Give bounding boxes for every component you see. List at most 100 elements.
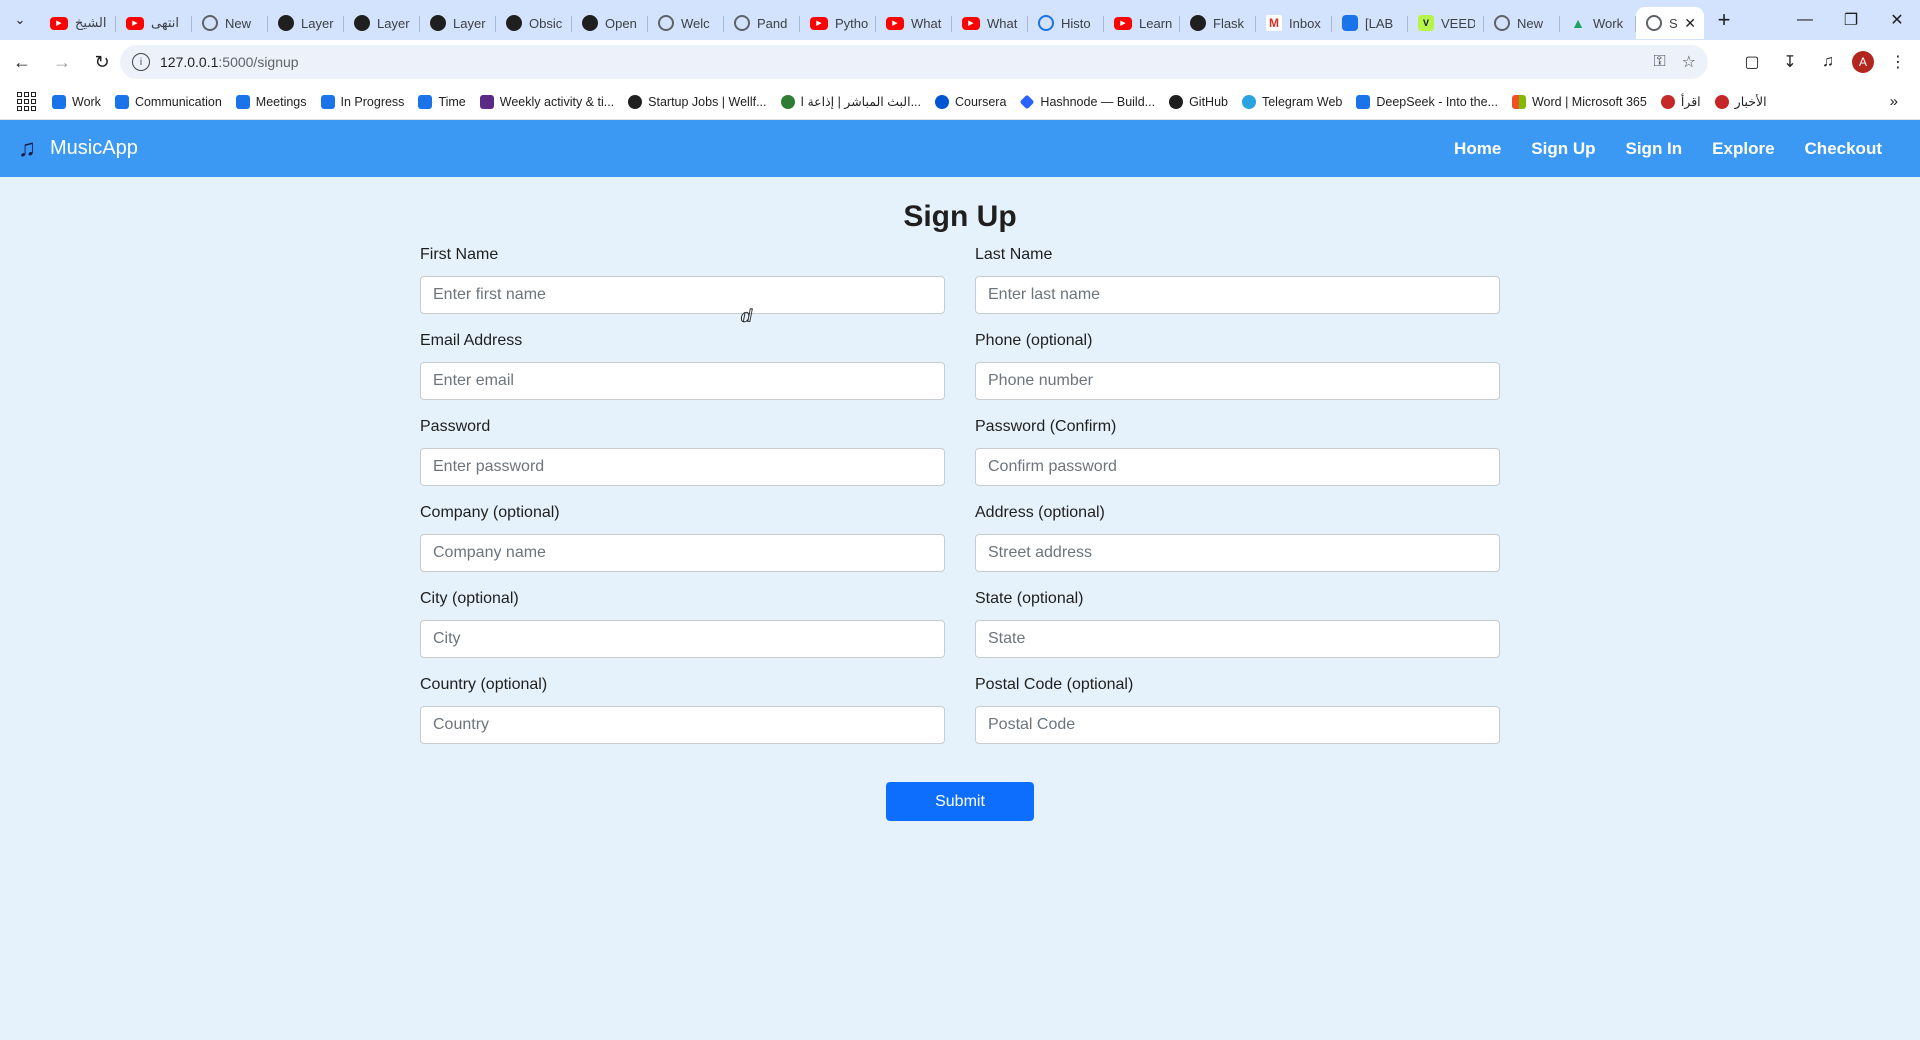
site-info-icon[interactable]: i: [132, 53, 150, 71]
hashnode-icon: [1019, 94, 1035, 109]
browser-tab[interactable]: Layer: [344, 7, 420, 39]
bookmark-item[interactable]: Coursera: [935, 94, 1006, 109]
bookmark-item[interactable]: Weekly activity & ti...: [479, 94, 615, 109]
url-text[interactable]: 127.0.0.1:5000/signup: [160, 54, 299, 70]
browser-tab[interactable]: New: [192, 7, 268, 39]
password-label: Password: [420, 418, 491, 435]
bookmark-item[interactable]: Word | Microsoft 365: [1511, 94, 1647, 109]
nav-link-explore[interactable]: Explore: [1712, 139, 1774, 159]
bookmark-item[interactable]: اقرأ: [1660, 94, 1701, 109]
browser-tab[interactable]: [LAB: [1332, 7, 1408, 39]
browser-tab[interactable]: ▶ What: [876, 7, 952, 39]
browser-tab[interactable]: Welc: [648, 7, 724, 39]
close-window-icon[interactable]: ✕: [1874, 0, 1920, 40]
browser-tab[interactable]: ▶ انتهى: [116, 7, 192, 39]
browser-tab[interactable]: M Inbox: [1256, 7, 1332, 39]
bookmark-label: Weekly activity & ti...: [499, 94, 615, 109]
reload-icon[interactable]: ↻: [84, 44, 120, 80]
bookmark-item[interactable]: In Progress: [320, 94, 404, 109]
github-icon: [1190, 15, 1206, 31]
bookmark-item[interactable]: البث المباشر | إذاعة ا...: [780, 94, 921, 109]
nav-link-sign-up[interactable]: Sign Up: [1531, 139, 1595, 159]
first-name-input[interactable]: [420, 276, 945, 314]
browser-tab[interactable]: New: [1484, 7, 1560, 39]
restore-icon[interactable]: ❐: [1828, 0, 1874, 40]
form-field: Phone (optional): [975, 332, 1500, 418]
bookmark-item[interactable]: Time: [418, 94, 466, 109]
tab-label: Layer: [453, 15, 486, 31]
browser-tab[interactable]: Pand: [724, 7, 800, 39]
bookmark-label: Word | Microsoft 365: [1531, 94, 1647, 109]
forward-icon[interactable]: →: [44, 44, 80, 80]
toolbar-actions: ▢ ↧ ♫ A ⋮: [1738, 40, 1912, 84]
iqraa-icon: [1660, 94, 1675, 109]
browser-tab[interactable]: Open: [572, 7, 648, 39]
browser-tab[interactable]: Histo: [1028, 7, 1104, 39]
bookmark-item[interactable]: Meetings: [235, 94, 307, 109]
signup-form: First Name Last Name Email Address Phone…: [420, 246, 1500, 762]
browser-tab[interactable]: ▶ الشيخ: [40, 7, 116, 39]
last-name-input[interactable]: [975, 276, 1500, 314]
submit-button[interactable]: Submit: [886, 782, 1034, 821]
gmail-icon: M: [1266, 15, 1282, 31]
bookmark-item[interactable]: Communication: [114, 94, 222, 109]
brand[interactable]: ♫ MusicApp: [18, 136, 138, 161]
browser-tab[interactable]: ▲ Work: [1560, 7, 1636, 39]
youtube-icon: ▶: [810, 16, 828, 30]
browser-tab-active[interactable]: S ✕: [1636, 7, 1704, 39]
media-controls-icon[interactable]: ♫: [1814, 48, 1842, 76]
bookmark-item[interactable]: DeepSeek - Into the...: [1356, 94, 1498, 109]
browser-tab[interactable]: Flask: [1180, 7, 1256, 39]
browser-tab[interactable]: Layer: [420, 7, 496, 39]
password-key-icon[interactable]: ⚿: [1653, 53, 1665, 71]
address-bar[interactable]: i 127.0.0.1:5000/signup ⚿ ☆: [120, 45, 1708, 79]
nav-link-sign-in[interactable]: Sign In: [1626, 139, 1683, 159]
bookmark-label: Meetings: [255, 94, 307, 109]
bookmark-item[interactable]: Hashnode — Build...: [1019, 94, 1156, 109]
tab-label: S: [1669, 15, 1678, 31]
wellfound-icon: [628, 94, 643, 109]
back-icon[interactable]: ←: [4, 44, 40, 80]
country-input[interactable]: [420, 706, 945, 744]
email-input[interactable]: [420, 362, 945, 400]
profile-avatar-icon[interactable]: A: [1852, 51, 1874, 73]
close-icon[interactable]: ✕: [1684, 15, 1696, 32]
company-input[interactable]: [420, 534, 945, 572]
github-icon: [1169, 94, 1184, 109]
bookmark-item[interactable]: Work: [52, 94, 101, 109]
browser-tab[interactable]: ▶ Learn: [1104, 7, 1180, 39]
password-confirm-input[interactable]: [975, 448, 1500, 486]
browser-tab[interactable]: V VEED: [1408, 7, 1484, 39]
state-input[interactable]: [975, 620, 1500, 658]
minimize-icon[interactable]: —: [1782, 0, 1828, 40]
menu-kebab-icon[interactable]: ⋮: [1884, 48, 1912, 76]
tab-search-icon[interactable]: ⌄: [0, 0, 40, 40]
phone-input[interactable]: [975, 362, 1500, 400]
drive-icon: ▲: [1571, 15, 1585, 31]
extensions-icon[interactable]: ▢: [1738, 48, 1766, 76]
new-tab-icon[interactable]: +: [1708, 4, 1740, 36]
browser-tab[interactable]: ▶ Pytho: [800, 7, 876, 39]
tab-label: Obsic: [529, 15, 563, 31]
bookmark-item[interactable]: Startup Jobs | Wellf...: [628, 94, 767, 109]
bookmarks-overflow-icon[interactable]: »: [1890, 93, 1898, 110]
download-icon[interactable]: ↧: [1776, 48, 1804, 76]
browser-tab[interactable]: ▶ What: [952, 7, 1028, 39]
city-input[interactable]: [420, 620, 945, 658]
address-input[interactable]: [975, 534, 1500, 572]
browser-tab[interactable]: Layer: [268, 7, 344, 39]
postal-code-input[interactable]: [975, 706, 1500, 744]
bookmark-label: Hashnode — Build...: [1040, 94, 1156, 109]
nav-link-checkout[interactable]: Checkout: [1805, 139, 1882, 159]
bookmark-item[interactable]: GitHub: [1169, 94, 1228, 109]
password-input[interactable]: [420, 448, 945, 486]
form-field: State (optional): [975, 590, 1500, 676]
address-label: Address (optional): [975, 504, 1105, 521]
nav-links: Home Sign Up Sign In Explore Checkout: [1454, 120, 1882, 177]
bookmark-star-icon[interactable]: ☆: [1682, 52, 1696, 72]
browser-tab[interactable]: Obsic: [496, 7, 572, 39]
bookmark-item[interactable]: الأخبار: [1714, 94, 1767, 109]
apps-grid-icon[interactable]: [14, 90, 38, 114]
bookmark-item[interactable]: Telegram Web: [1241, 94, 1342, 109]
nav-link-home[interactable]: Home: [1454, 139, 1501, 159]
